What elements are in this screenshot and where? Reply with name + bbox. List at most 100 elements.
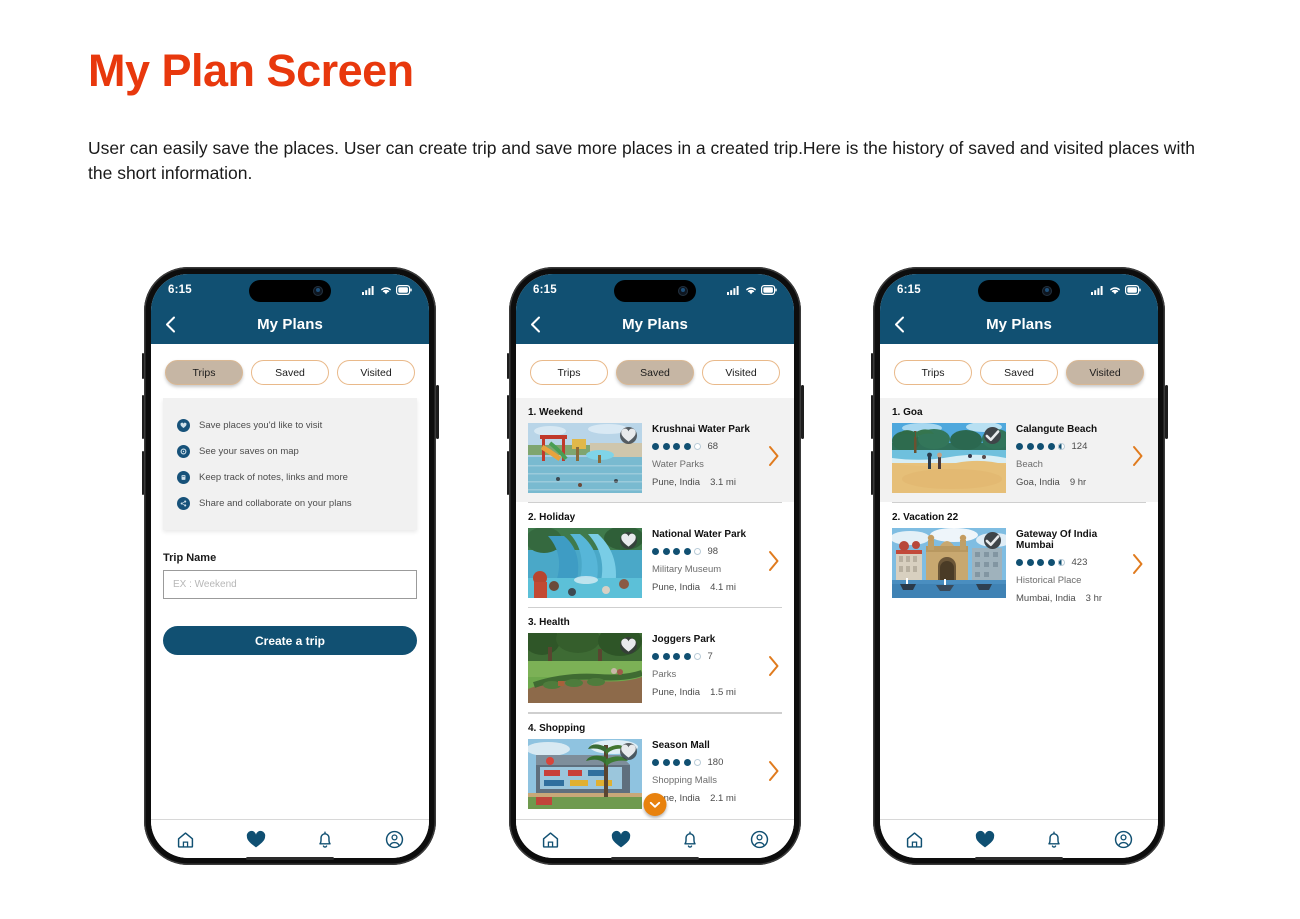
mute-switch[interactable] (870, 353, 873, 379)
bottom-nav-favorites[interactable] (611, 830, 631, 849)
bell-icon (684, 831, 696, 848)
signal-bars-icon (727, 285, 739, 295)
list-item[interactable]: Joggers Park 7 Parks Pune, India 1.5 mi (516, 633, 794, 712)
bottom-nav-profile[interactable] (1114, 830, 1133, 849)
phone-mockup-visited: 6:15 My Plans Trips Saved Visited 1. Goa… (870, 267, 1168, 865)
bottom-nav-profile[interactable] (385, 830, 404, 849)
rating: 68 (652, 441, 765, 452)
volume-down-button[interactable] (870, 451, 873, 495)
tab-saved[interactable]: Saved (616, 360, 694, 385)
home-icon (178, 831, 194, 848)
place-thumbnail (892, 528, 1006, 599)
saved-list-body[interactable]: 1. Weekend Krushnai Water Park 68 Water … (516, 398, 794, 819)
open-place-button[interactable] (765, 550, 784, 577)
place-name: Gateway Of India Mumbai (1016, 529, 1098, 552)
mute-switch[interactable] (506, 353, 509, 379)
power-button[interactable] (801, 385, 804, 439)
title-gradient-rule (452, 74, 1208, 88)
signal-bars-icon (362, 285, 374, 295)
tab-saved[interactable]: Saved (251, 360, 329, 385)
feature-item-share: Share and collaborate on your plans (163, 490, 417, 516)
tab-visited[interactable]: Visited (702, 360, 780, 385)
volume-up-button[interactable] (506, 395, 509, 439)
feature-info-card: Save places you'd like to visit See your… (163, 398, 417, 530)
filter-tabs: Trips Saved Visited (516, 344, 794, 398)
open-place-button[interactable] (765, 445, 784, 472)
saved-badge[interactable] (620, 742, 637, 760)
bottom-nav-home[interactable] (541, 830, 560, 849)
home-icon (543, 831, 559, 848)
trips-body: Save places you'd like to visit See your… (151, 398, 429, 819)
bottom-nav-notifications[interactable] (316, 830, 334, 849)
place-meta: National Water Park 98 Military Museum P… (642, 528, 765, 593)
tab-trips[interactable]: Trips (530, 360, 608, 385)
saved-badge[interactable] (620, 427, 637, 444)
open-place-button[interactable] (1129, 445, 1148, 472)
rating: 98 (652, 546, 765, 557)
back-button[interactable] (530, 316, 541, 333)
place-location: Pune, India (652, 477, 701, 488)
list-item[interactable]: National Water Park 98 Military Museum P… (516, 528, 794, 607)
bottom-nav-favorites[interactable] (246, 830, 266, 849)
place-category: Historical Place (1016, 575, 1082, 587)
bottom-nav-profile[interactable] (750, 830, 769, 849)
volume-down-button[interactable] (506, 451, 509, 495)
nav-bar: My Plans (151, 305, 429, 344)
power-button[interactable] (436, 385, 439, 439)
create-trip-button[interactable]: Create a trip (163, 626, 417, 655)
tab-saved[interactable]: Saved (980, 360, 1058, 385)
place-distance: 1.5 mi (710, 687, 736, 699)
status-time: 6:15 (533, 283, 557, 296)
list-item[interactable]: Krushnai Water Park 68 Water Parks Pune,… (516, 423, 794, 502)
open-place-button[interactable] (765, 760, 784, 787)
power-button[interactable] (1165, 385, 1168, 439)
bottom-nav-home[interactable] (905, 830, 924, 849)
list-item[interactable]: Gateway Of India Mumbai 423 Historical P… (880, 528, 1158, 613)
scroll-down-button[interactable] (643, 793, 667, 816)
rating: 180 (652, 757, 765, 768)
chevron-right-icon (1133, 553, 1143, 574)
back-button[interactable] (894, 316, 905, 333)
rating: 7 (652, 651, 765, 662)
volume-up-button[interactable] (141, 395, 144, 439)
chevron-right-icon (1133, 445, 1143, 466)
bottom-nav-favorites[interactable] (975, 830, 995, 849)
mute-switch[interactable] (141, 353, 144, 379)
tab-trips[interactable]: Trips (894, 360, 972, 385)
place-name: National Water Park (652, 529, 747, 541)
group-title: 2. Holiday (528, 512, 576, 524)
tab-trips[interactable]: Trips (165, 360, 243, 385)
battery-icon (396, 284, 412, 295)
bottom-nav-notifications[interactable] (1045, 830, 1063, 849)
volume-up-button[interactable] (870, 395, 873, 439)
chevron-left-icon (166, 316, 175, 333)
back-button[interactable] (165, 316, 176, 333)
profile-icon (750, 830, 768, 848)
rating: 423 (1016, 557, 1129, 568)
visited-list-body[interactable]: 1. Goa Calangute Beach 124 Beach Goa, In… (880, 398, 1158, 819)
place-thumbnail (528, 528, 642, 599)
tab-visited[interactable]: Visited (1066, 360, 1144, 385)
visited-badge[interactable] (984, 532, 1001, 550)
status-bar: 6:15 (516, 274, 794, 305)
top-blue-area: 6:15 My Plans (151, 274, 429, 344)
trip-name-input[interactable]: EX : Weekend (163, 570, 417, 599)
volume-down-button[interactable] (141, 451, 144, 495)
open-place-button[interactable] (1129, 553, 1148, 580)
front-camera-icon (1042, 286, 1052, 296)
tab-visited[interactable]: Visited (337, 360, 415, 385)
visited-badge[interactable] (984, 427, 1001, 444)
list-item[interactable]: Calangute Beach 124 Beach Goa, India 9 h… (880, 423, 1158, 502)
bottom-nav-home[interactable] (176, 830, 195, 849)
check-icon (985, 430, 1000, 442)
heart-icon (621, 533, 636, 547)
place-location: Pune, India (652, 687, 701, 699)
place-meta: Calangute Beach 124 Beach Goa, India 9 h… (1006, 423, 1129, 488)
open-place-button[interactable] (765, 655, 784, 682)
saved-badge[interactable] (620, 637, 637, 655)
group-title: 3. Health (528, 617, 570, 629)
saved-badge[interactable] (620, 532, 637, 550)
group-title: 4. Shopping (528, 722, 586, 734)
bottom-nav-bar (151, 819, 429, 858)
bottom-nav-notifications[interactable] (681, 830, 699, 849)
